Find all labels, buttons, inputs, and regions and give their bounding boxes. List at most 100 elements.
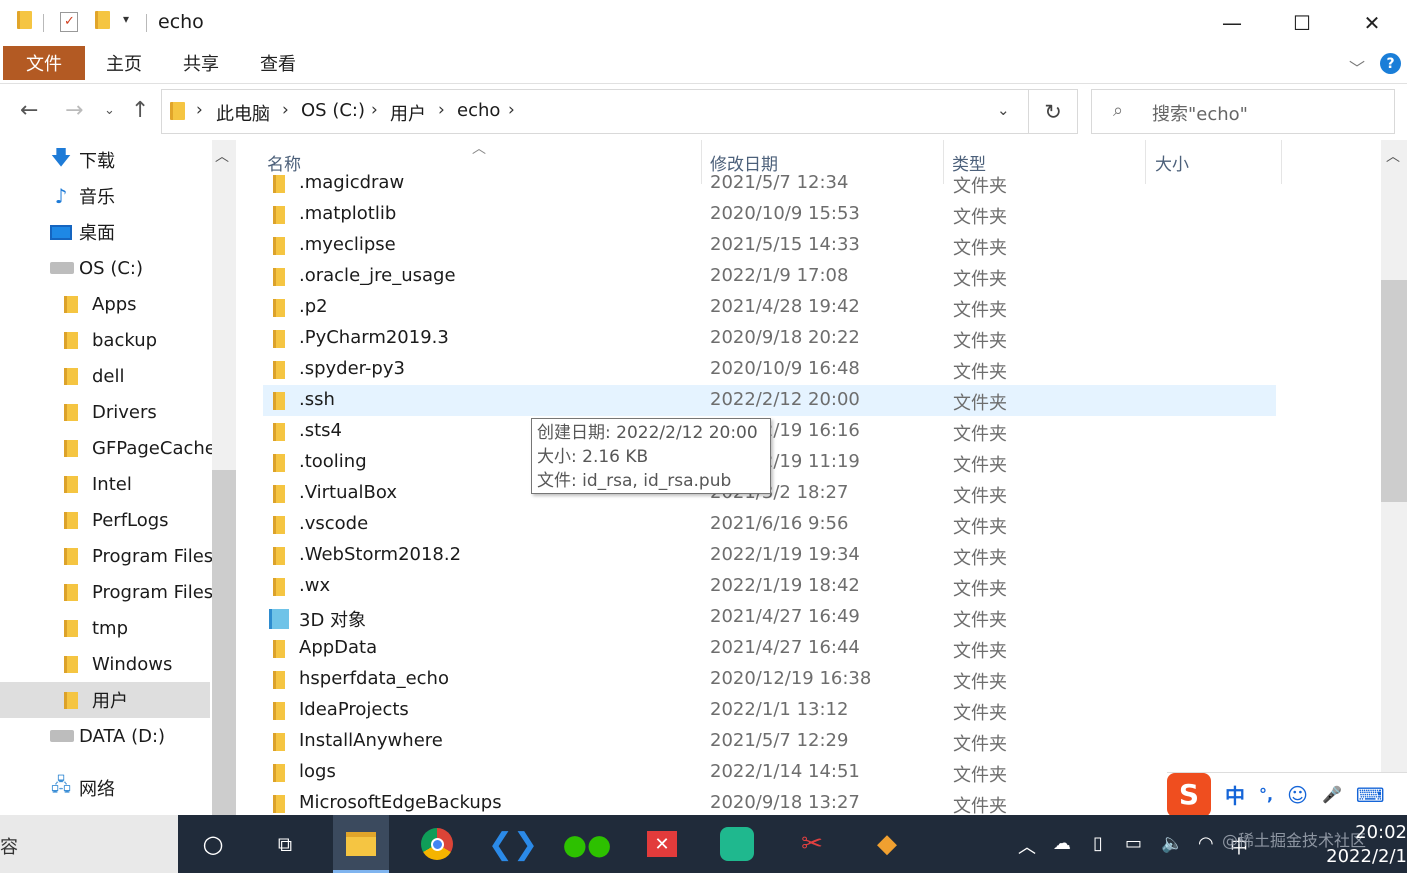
table-row[interactable]: hsperfdata_echo 2020/12/19 16:38 文件夹 xyxy=(263,664,1276,695)
nav-item[interactable]: Intel xyxy=(0,466,210,502)
expand-ribbon-chevron-icon[interactable]: ﹀ xyxy=(1349,55,1365,79)
table-row[interactable]: 3D 对象 2021/4/27 16:49 文件夹 xyxy=(263,602,1276,633)
table-row[interactable]: .spyder-py3 2020/10/9 16:48 文件夹 xyxy=(263,354,1276,385)
nav-item[interactable]: DATA (D:) xyxy=(0,718,210,754)
system-clock[interactable]: 20:02 2022/2/1 xyxy=(1322,821,1407,869)
file-explorer-taskbar-icon[interactable] xyxy=(333,815,389,873)
table-row[interactable]: .myeclipse 2021/5/15 14:33 文件夹 xyxy=(263,230,1276,261)
nav-item[interactable]: tmp xyxy=(0,610,210,646)
table-row[interactable]: .WebStorm2018.2 2022/1/19 19:34 文件夹 xyxy=(263,540,1276,571)
maximize-button[interactable]: ☐ xyxy=(1267,0,1337,46)
table-row[interactable]: MicrosoftEdgeBackups 2020/9/18 13:27 文件夹 xyxy=(263,788,1276,815)
table-row[interactable]: .ssh 2022/2/12 20:00 文件夹 xyxy=(263,385,1276,416)
nav-item[interactable]: Apps xyxy=(0,286,210,322)
refresh-icon[interactable]: ↻ xyxy=(1029,89,1078,134)
table-row[interactable]: .vscode 2021/6/16 9:56 文件夹 xyxy=(263,509,1276,540)
table-row[interactable]: .magicdraw 2021/5/7 12:34 文件夹 xyxy=(263,168,1276,199)
minimize-button[interactable]: — xyxy=(1197,0,1267,46)
search-box[interactable]: ⌕ 搜索"echo" xyxy=(1091,89,1395,134)
row-type: 文件夹 xyxy=(953,765,1007,786)
nav-item[interactable]: Windows xyxy=(0,646,210,682)
tab-share[interactable]: 共享 xyxy=(183,50,219,76)
divider[interactable] xyxy=(1281,140,1282,184)
nav-item[interactable]: Program Files xyxy=(0,574,213,610)
forward-arrow-icon[interactable]: → xyxy=(65,98,83,123)
table-row[interactable]: .PyCharm2019.3 2020/9/18 20:22 文件夹 xyxy=(263,323,1276,354)
search-placeholder[interactable]: 搜索"echo" xyxy=(1152,100,1248,126)
volume-icon[interactable]: 🔈 xyxy=(1161,833,1183,854)
nav-item[interactable]: dell xyxy=(0,358,210,394)
ime-punctuation-toggle[interactable]: °, xyxy=(1259,785,1273,804)
nav-item[interactable]: 🡇 下载 xyxy=(0,142,210,178)
snipping-tool-icon[interactable]: ✂ xyxy=(784,815,840,873)
breadcrumb-chevron-icon[interactable]: › xyxy=(371,100,378,120)
show-hidden-icons-chevron-icon[interactable]: ︿ xyxy=(1018,833,1036,859)
table-row[interactable]: logs 2022/1/14 14:51 文件夹 xyxy=(263,757,1276,788)
table-row[interactable]: InstallAnywhere 2021/5/7 12:29 文件夹 xyxy=(263,726,1276,757)
table-row[interactable]: .p2 2021/4/28 19:42 文件夹 xyxy=(263,292,1276,323)
emoji-icon[interactable]: ☺ xyxy=(1287,783,1308,807)
nav-item[interactable]: backup xyxy=(0,322,210,358)
chrome-icon[interactable] xyxy=(409,815,465,873)
customize-quick-access-icon[interactable]: ▾ xyxy=(123,12,129,26)
tab-view[interactable]: 查看 xyxy=(260,50,296,76)
breadcrumb-echo[interactable]: echo xyxy=(457,100,500,121)
nav-item[interactable]: 用户 xyxy=(0,682,210,718)
nav-item[interactable]: Program Files xyxy=(0,538,213,574)
back-arrow-icon[interactable]: ← xyxy=(20,98,38,123)
help-icon[interactable]: ? xyxy=(1380,53,1401,74)
nav-item[interactable]: PerfLogs xyxy=(0,502,210,538)
scroll-up-chevron-icon[interactable]: ︿ xyxy=(1386,146,1400,166)
folder-icon xyxy=(64,331,78,349)
table-row[interactable]: AppData 2021/4/27 16:44 文件夹 xyxy=(263,633,1276,664)
wifi-icon[interactable]: ◠ xyxy=(1198,833,1214,854)
scroll-up-chevron-icon[interactable]: ︿ xyxy=(215,146,229,166)
close-button[interactable]: ✕ xyxy=(1337,0,1407,46)
breadcrumb-this-pc[interactable]: 此电脑 xyxy=(216,100,270,126)
table-row[interactable]: .wx 2022/1/19 18:42 文件夹 xyxy=(263,571,1276,602)
onedrive-cloud-icon[interactable]: ☁ xyxy=(1053,833,1071,854)
breadcrumb-chevron-icon[interactable]: › xyxy=(438,100,445,120)
up-arrow-icon[interactable]: ↑ xyxy=(131,98,149,123)
usb-device-icon[interactable]: ▯ xyxy=(1093,833,1103,854)
wechat-icon[interactable]: ●● xyxy=(559,815,615,873)
title-bar: ✓ ▾ echo — ☐ ✕ xyxy=(0,0,1407,46)
nav-item[interactable]: 桌面 xyxy=(0,214,210,250)
address-bar[interactable]: › 此电脑 › OS (C:) › 用户 › echo › xyxy=(161,89,1029,134)
tab-home[interactable]: 主页 xyxy=(106,50,142,76)
nav-item[interactable]: GFPageCache xyxy=(0,430,216,466)
microphone-icon[interactable]: 🎤 xyxy=(1322,785,1342,804)
new-folder-icon[interactable] xyxy=(95,11,110,29)
breadcrumb-chevron-icon[interactable]: › xyxy=(508,100,515,120)
nav-item[interactable]: ♪ 音乐 xyxy=(0,178,210,214)
tab-file[interactable]: 文件 xyxy=(3,46,85,80)
table-row[interactable]: .oracle_jre_usage 2022/1/9 17:08 文件夹 xyxy=(263,261,1276,292)
nav-item[interactable]: Drivers xyxy=(0,394,210,430)
ime-language-toggle[interactable]: 中 xyxy=(1225,780,1245,809)
table-row[interactable]: .matplotlib 2020/10/9 15:53 文件夹 xyxy=(263,199,1276,230)
app-green-bag-icon[interactable] xyxy=(709,815,765,873)
task-view-icon[interactable]: ⧉ xyxy=(257,815,313,873)
breadcrumb-chevron-icon[interactable]: › xyxy=(282,100,289,120)
keyboard-icon[interactable]: ⌨ xyxy=(1356,783,1385,807)
row-type: 文件夹 xyxy=(953,610,1007,631)
breadcrumb-users[interactable]: 用户 xyxy=(390,100,426,126)
battery-icon[interactable]: ▭ xyxy=(1125,833,1142,854)
nav-item-label: 下载 xyxy=(79,151,115,172)
nav-scrollbar-thumb[interactable] xyxy=(212,470,236,815)
table-row[interactable]: IdeaProjects 2022/1/1 13:12 文件夹 xyxy=(263,695,1276,726)
breadcrumb-chevron-icon[interactable]: › xyxy=(196,100,203,120)
search-box-fragment[interactable]: 容 xyxy=(0,815,178,873)
xmind-icon[interactable]: ✕ xyxy=(634,815,690,873)
nav-item[interactable]: 🖧 网络 xyxy=(0,770,210,806)
sogou-logo-icon[interactable]: S xyxy=(1167,772,1211,817)
cortana-circle-icon[interactable]: ○ xyxy=(185,815,241,873)
breadcrumb-os-c[interactable]: OS (C:) xyxy=(301,100,365,121)
nav-item[interactable]: OS (C:) xyxy=(0,250,210,286)
file-list-scrollbar-thumb[interactable] xyxy=(1381,280,1407,502)
paint-app-icon[interactable]: ◆ xyxy=(859,815,915,873)
properties-checkbox-icon[interactable]: ✓ xyxy=(60,12,78,32)
recent-locations-chevron-icon[interactable]: ⌄ xyxy=(104,103,115,118)
address-dropdown-chevron-icon[interactable]: ⌄ xyxy=(997,101,1010,119)
vscode-icon[interactable]: ❮❯ xyxy=(485,815,541,873)
